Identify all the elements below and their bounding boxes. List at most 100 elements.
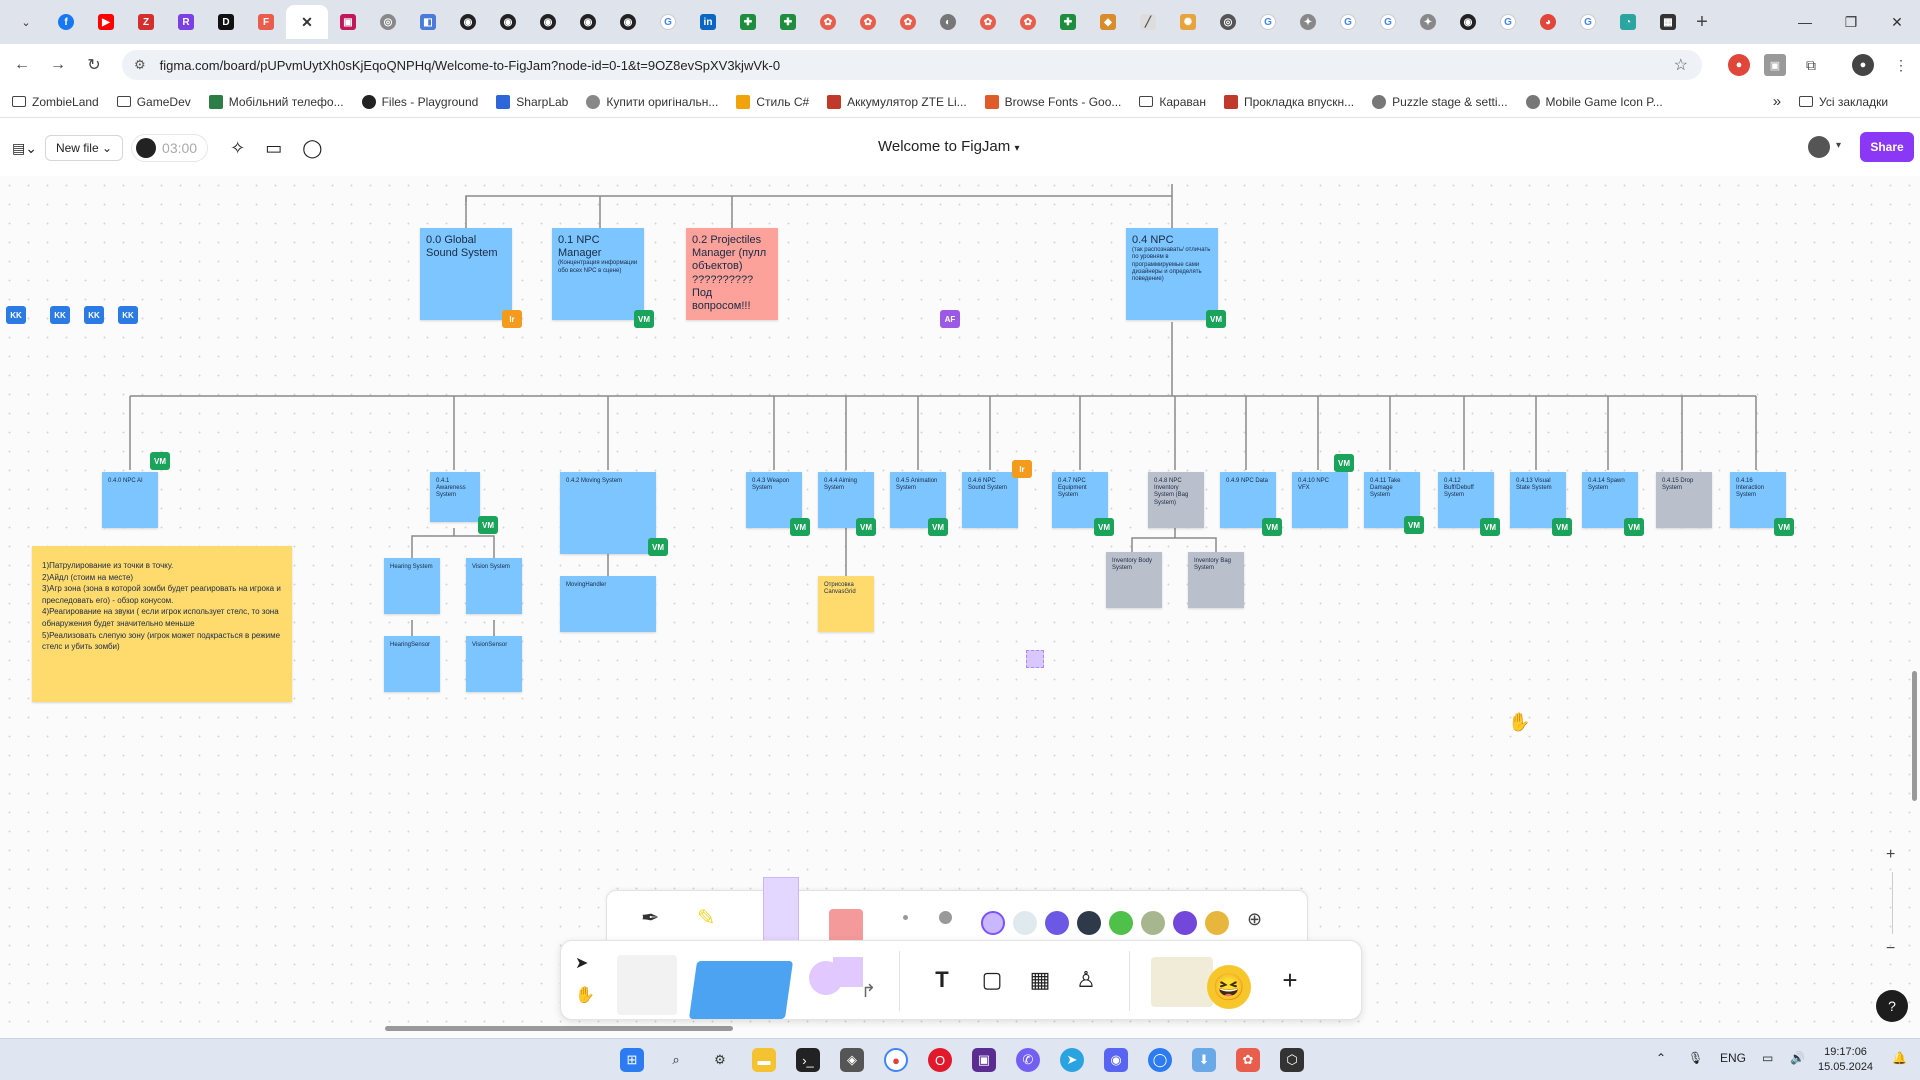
chevron-down-icon[interactable]: ▾ [1836, 140, 1841, 151]
highlighter-icon[interactable]: ✎ [697, 905, 715, 931]
color-swatch[interactable] [1173, 911, 1197, 935]
address-bar[interactable]: ⚙ figma.com/board/pUPvmUytXh0sKjEqoQNPHq… [122, 50, 1702, 80]
bookmark-item[interactable]: Аккумулятор ZTE Li... [827, 94, 967, 109]
profile-avatar[interactable]: ● [1852, 54, 1874, 76]
tab-13[interactable]: ◔ [1608, 5, 1648, 39]
horizontal-scrollbar[interactable] [385, 1026, 733, 1031]
sticky-note[interactable]: 0.4.15 Drop System [1656, 472, 1712, 528]
bookmark-item[interactable]: Стиль C# [736, 94, 809, 109]
tab-dou[interactable]: D [206, 5, 246, 39]
tab-3[interactable]: ◎ [368, 5, 408, 39]
sticky-note[interactable]: VisionSensor [466, 636, 522, 692]
bookmark-star-icon[interactable]: ☆ [1674, 55, 1688, 75]
sticky-note[interactable]: 0.4.8 NPC Inventory System (Bag System) [1148, 472, 1204, 528]
restore-icon[interactable]: ❐ [1828, 0, 1874, 44]
color-swatch[interactable] [1013, 911, 1037, 935]
sticky-note[interactable]: 0.4.0 NPC AI [102, 472, 158, 528]
table-icon[interactable]: ▦ [1023, 963, 1057, 997]
share-button[interactable]: Share [1860, 132, 1914, 162]
thin-stroke-option[interactable] [903, 915, 908, 920]
tab-figjam-active[interactable]: ✕ [286, 5, 328, 39]
tab-figma-6[interactable]: ✿ [1008, 5, 1048, 39]
tab-github-6[interactable]: ◉ [1448, 5, 1488, 39]
more-tools-icon[interactable]: + [1273, 963, 1307, 997]
tab-facebook[interactable]: f [46, 5, 86, 39]
tab-7[interactable]: ╱ [1128, 5, 1168, 39]
tab-linkedin[interactable]: in [688, 5, 728, 39]
tab-youtube[interactable]: ▶ [86, 5, 126, 39]
tab-google-5[interactable]: G [1488, 5, 1528, 39]
tab-9[interactable]: ◎ [1208, 5, 1248, 39]
tab-sheets-3[interactable]: ✚ [1048, 5, 1088, 39]
vertical-scrollbar[interactable] [1912, 671, 1917, 801]
sticky-note[interactable]: MovingHandler [560, 576, 656, 632]
figma-icon[interactable]: ✿ [1236, 1048, 1260, 1072]
tab-4[interactable]: ◧ [408, 5, 448, 39]
zoom-out-button[interactable]: − [1886, 940, 1895, 958]
sticky-note[interactable]: Inventory Bag System [1188, 552, 1244, 608]
hand-icon[interactable]: ✋ [575, 985, 595, 1005]
chrome-icon[interactable]: ● [884, 1048, 908, 1072]
bookmark-item[interactable]: Mobile Game Icon P... [1525, 94, 1663, 109]
bookmark-item[interactable]: SharpLab [496, 94, 568, 109]
tab-github-1[interactable]: ◉ [448, 5, 488, 39]
chrome-menu-icon[interactable]: ⋮ [1890, 54, 1912, 76]
tab-figma-2[interactable]: ✿ [808, 5, 848, 39]
discord-icon[interactable]: ◉ [1104, 1048, 1128, 1072]
tab-5[interactable]: ◐ [928, 5, 968, 39]
zoom-slider[interactable] [1892, 872, 1893, 934]
tab-google-2[interactable]: G [1248, 5, 1288, 39]
microphone-icon[interactable]: 🎙 [1688, 1051, 1703, 1065]
marker-icon[interactable]: ✒ [641, 905, 659, 931]
close-icon[interactable]: ✕ [299, 14, 315, 30]
tab-8[interactable]: ✺ [1168, 5, 1208, 39]
reload-icon[interactable]: ↻ [76, 55, 112, 75]
tab-figma-4[interactable]: ✿ [888, 5, 928, 39]
sticky-note[interactable]: 0.0 Global Sound System [420, 228, 512, 320]
sticky-note[interactable]: 0.4.10 NPC VFX [1292, 472, 1348, 528]
all-bookmarks-button[interactable]: Усі закладки [1799, 95, 1888, 109]
adblock-extension-icon[interactable]: ● [1728, 54, 1750, 76]
minimize-icon[interactable]: — [1782, 0, 1828, 44]
app-icon[interactable]: ⬇ [1192, 1048, 1216, 1072]
extension-icon[interactable]: ▣ [1764, 54, 1786, 76]
pointer-icon[interactable]: ➤ [575, 953, 588, 973]
sticky-note[interactable]: 0.2 Projectiles Manager (пулл объектов) … [686, 228, 778, 320]
sticky-note[interactable]: Отрисовка CanvasGrid [818, 576, 874, 632]
bookmark-item[interactable]: ZombieLand [12, 95, 99, 109]
eraser-icon[interactable] [829, 909, 863, 943]
tab-r[interactable]: R [166, 5, 206, 39]
tab-google-4[interactable]: G [1368, 5, 1408, 39]
terminal-icon[interactable]: ›_ [796, 1048, 820, 1072]
site-info-icon[interactable]: ⚙ [134, 57, 146, 73]
section-icon[interactable]: ▢ [975, 963, 1009, 997]
app-icon[interactable]: ◯ [1148, 1048, 1172, 1072]
tab-figma-5[interactable]: ✿ [968, 5, 1008, 39]
tab-sheets-2[interactable]: ✚ [768, 5, 808, 39]
tab-2[interactable]: ▣ [328, 5, 368, 39]
bookmarks-more-button[interactable]: » [1773, 93, 1781, 110]
sticky-note[interactable]: 0.4.1 Awareness System [430, 472, 480, 522]
tab-github-3[interactable]: ◉ [528, 5, 568, 39]
bookmark-item[interactable]: Караван [1139, 95, 1206, 109]
new-file-button[interactable]: New file ⌄ [44, 135, 124, 161]
sticky-note[interactable]: 0.4 NPC (так распознавать/ отличать по ур… [1126, 228, 1218, 320]
sticky-note[interactable]: Vision System [466, 558, 522, 614]
viber-icon[interactable]: ✆ [1016, 1048, 1040, 1072]
stamp-icon[interactable]: ♙ [1069, 963, 1103, 997]
unity-hub-icon[interactable]: ⬡ [1280, 1048, 1304, 1072]
network-icon[interactable]: ▭ [1762, 1051, 1773, 1065]
comment-icon[interactable]: ◯ [302, 138, 322, 159]
unity-icon[interactable]: ◈ [840, 1048, 864, 1072]
ai-sparkle-icon[interactable]: ✧ [230, 138, 245, 159]
color-swatch[interactable] [1141, 911, 1165, 935]
emoji-icon[interactable]: 😆 [1207, 965, 1251, 1009]
tab-figma-1[interactable]: F [246, 5, 286, 39]
main-menu-icon[interactable]: ▤⌄ [12, 140, 37, 157]
yellow-note[interactable]: 1)Патрулирование из точки в точку. 2)Айд… [32, 546, 292, 702]
bookmark-item[interactable]: Browse Fonts - Goo... [984, 94, 1121, 109]
sticky-note[interactable]: 0.1 NPC Manager (Концентрация информации … [552, 228, 644, 320]
sticky-note[interactable]: Hearing System [384, 558, 440, 614]
file-title[interactable]: Welcome to FigJam ▾ [878, 138, 1019, 155]
marker-tool[interactable] [617, 955, 677, 1015]
